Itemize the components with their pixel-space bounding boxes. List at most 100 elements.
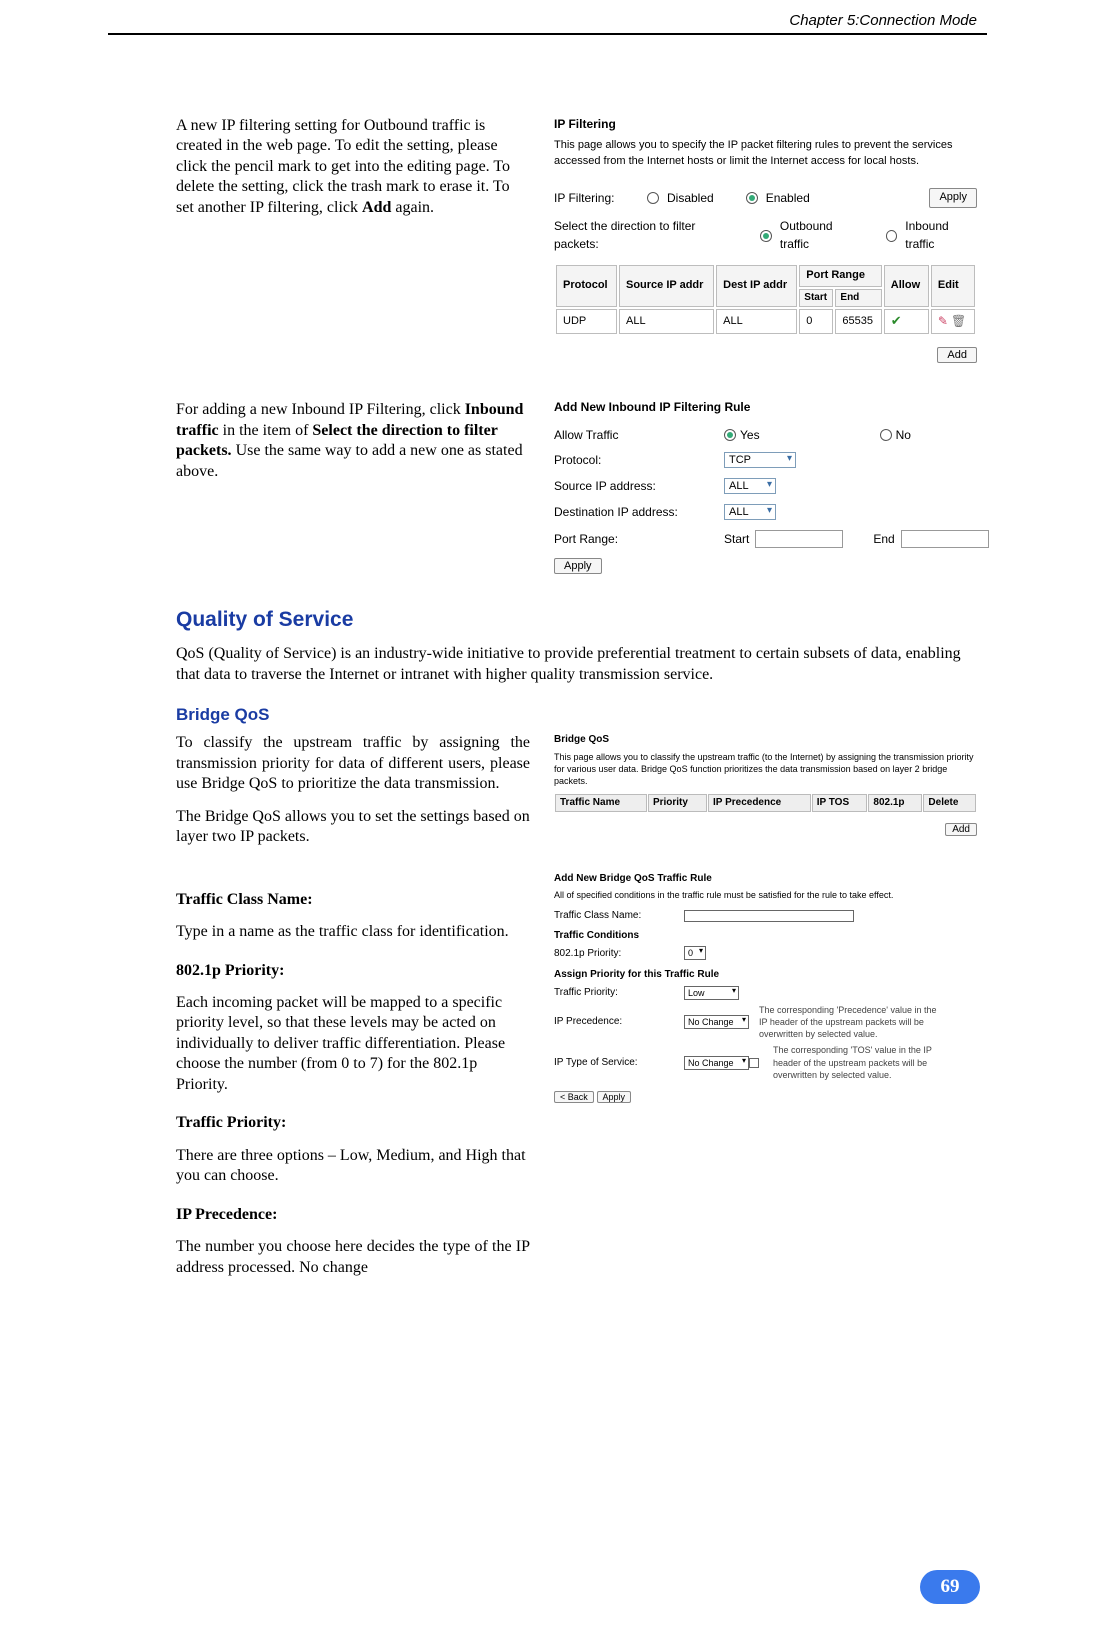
col-edit: Edit [931, 265, 975, 307]
radio-outbound[interactable] [760, 230, 771, 242]
radio-yes[interactable] [724, 429, 736, 441]
traffic-priority-select[interactable]: Low [684, 986, 739, 1000]
bold-add: Add [362, 199, 391, 216]
bridge-panel-title: Bridge QoS [554, 733, 977, 747]
no-label: No [896, 428, 911, 442]
ip-tos-label: IP Type of Service: [554, 1056, 684, 1070]
enabled-label: Enabled [766, 190, 810, 207]
text: in the item of [219, 422, 313, 439]
check-icon: ✔ [891, 313, 902, 328]
col-delete: Delete [923, 794, 976, 812]
field-802-1p-text: Each incoming packet will be mapped to a… [176, 993, 530, 1095]
radio-enabled[interactable] [746, 192, 758, 204]
tos-checkbox[interactable] [749, 1058, 759, 1068]
start-label: Start [724, 532, 749, 546]
cell-protocol: UDP [556, 309, 617, 334]
traffic-priority-label: Traffic Priority: [554, 986, 684, 1000]
ip-tos-select[interactable]: No Change [684, 1056, 749, 1070]
dot1p-label: 802.1p Priority: [554, 947, 684, 961]
port-range-label: Port Range: [554, 532, 724, 546]
col-portrange: Port Range [799, 265, 882, 287]
rule-subtitle: All of specified conditions in the traff… [554, 889, 977, 901]
select-direction-label: Select the direction to filter packets: [554, 218, 733, 253]
col-precedence: IP Precedence [708, 794, 811, 812]
panel-title: IP Filtering [554, 116, 977, 133]
tos-note: The corresponding 'TOS' value in the IP … [773, 1044, 943, 1080]
field-traffic-priority-text: There are three options – Low, Medium, a… [176, 1146, 530, 1187]
field-traffic-priority-label: Traffic Priority: [176, 1113, 530, 1133]
paragraph-inbound-filtering: For adding a new Inbound IP Filtering, c… [176, 400, 530, 482]
bridge-qos-panel: Bridge QoS This page allows you to class… [554, 733, 977, 836]
text: again. [391, 199, 434, 216]
col-start: Start [799, 289, 833, 308]
protocol-label: Protocol: [554, 453, 724, 467]
ip-precedence-label: IP Precedence: [554, 1015, 684, 1029]
port-end-input[interactable] [901, 530, 989, 548]
col-priority: Priority [648, 794, 707, 812]
add-inbound-panel: Add New Inbound IP Filtering Rule Allow … [554, 400, 989, 572]
col-iptos: IP TOS [812, 794, 868, 812]
cell-dstip: ALL [716, 309, 797, 334]
bridge-qos-table: Traffic Name Priority IP Precedence IP T… [554, 793, 977, 813]
yes-label: Yes [740, 428, 760, 442]
bridge-qos-heading: Bridge QoS [176, 705, 977, 725]
dstip-select[interactable]: ALL [724, 504, 776, 520]
inbound-title: Add New Inbound IP Filtering Rule [554, 400, 989, 414]
cell-end: 65535 [835, 309, 881, 334]
end-label: End [873, 532, 894, 546]
col-802-1p: 802.1p [868, 794, 922, 812]
panel-description: This page allows you to specify the IP p… [554, 138, 977, 170]
outbound-label: Outbound traffic [780, 218, 861, 253]
paragraph-ipfilter-intro: A new IP filtering setting for Outbound … [176, 116, 530, 218]
srcip-label: Source IP address: [554, 479, 724, 493]
field-802-1p-label: 802.1p Priority: [176, 961, 530, 981]
srcip-select[interactable]: ALL [724, 478, 776, 494]
cell-srcip: ALL [619, 309, 714, 334]
page-number: 69 [920, 1570, 980, 1604]
apply-button[interactable]: Apply [929, 188, 977, 208]
apply-button[interactable]: Apply [554, 558, 602, 574]
inbound-label: Inbound traffic [905, 218, 977, 253]
radio-disabled[interactable] [647, 192, 659, 204]
col-protocol: Protocol [556, 265, 617, 307]
dot1p-select[interactable]: 0 [684, 946, 706, 960]
bridge-qos-paragraph-1: To classify the upstream traffic by assi… [176, 733, 530, 794]
back-button[interactable]: < Back [554, 1091, 594, 1103]
qos-intro-paragraph: QoS (Quality of Service) is an industry-… [176, 644, 977, 685]
allow-traffic-label: Allow Traffic [554, 428, 724, 442]
col-end: End [835, 289, 881, 308]
ip-filtering-panel: IP Filtering This page allows you to spe… [554, 116, 977, 364]
header-rule [108, 33, 987, 35]
col-dstip: Dest IP addr [716, 265, 797, 307]
add-button[interactable]: Add [937, 347, 977, 363]
dstip-label: Destination IP address: [554, 505, 724, 519]
field-ip-precedence-label: IP Precedence: [176, 1205, 530, 1225]
apply-button[interactable]: Apply [597, 1091, 632, 1103]
col-trafficname: Traffic Name [555, 794, 647, 812]
bridge-panel-desc: This page allows you to classify the ups… [554, 751, 977, 787]
text: For adding a new Inbound IP Filtering, c… [176, 401, 465, 418]
port-start-input[interactable] [755, 530, 843, 548]
field-traffic-class-name-text: Type in a name as the traffic class for … [176, 922, 530, 942]
radio-no[interactable] [880, 429, 892, 441]
pencil-icon[interactable]: ✎ [938, 314, 948, 328]
ip-filter-table: Protocol Source IP addr Dest IP addr Por… [554, 263, 977, 336]
cell-edit: ✎ 🗑 [931, 309, 975, 334]
col-srcip: Source IP addr [619, 265, 714, 307]
ip-filtering-label: IP Filtering: [554, 190, 639, 207]
text: A new IP filtering setting for Outbound … [176, 117, 510, 216]
disabled-label: Disabled [667, 190, 714, 207]
field-ip-precedence-text: The number you choose here decides the t… [176, 1237, 530, 1278]
assign-priority-heading: Assign Priority for this Traffic Rule [554, 968, 977, 982]
cell-start: 0 [799, 309, 833, 334]
protocol-select[interactable]: TCP [724, 452, 796, 468]
col-allow: Allow [884, 265, 929, 307]
traffic-conditions-heading: Traffic Conditions [554, 929, 977, 943]
cell-allow: ✔ [884, 309, 929, 334]
precedence-note: The corresponding 'Precedence' value in … [759, 1004, 939, 1040]
trash-icon[interactable]: 🗑 [951, 314, 966, 328]
traffic-class-name-input[interactable] [684, 910, 854, 922]
radio-inbound[interactable] [886, 230, 897, 242]
ip-precedence-select[interactable]: No Change [684, 1015, 749, 1029]
bridge-add-button[interactable]: Add [945, 823, 977, 836]
